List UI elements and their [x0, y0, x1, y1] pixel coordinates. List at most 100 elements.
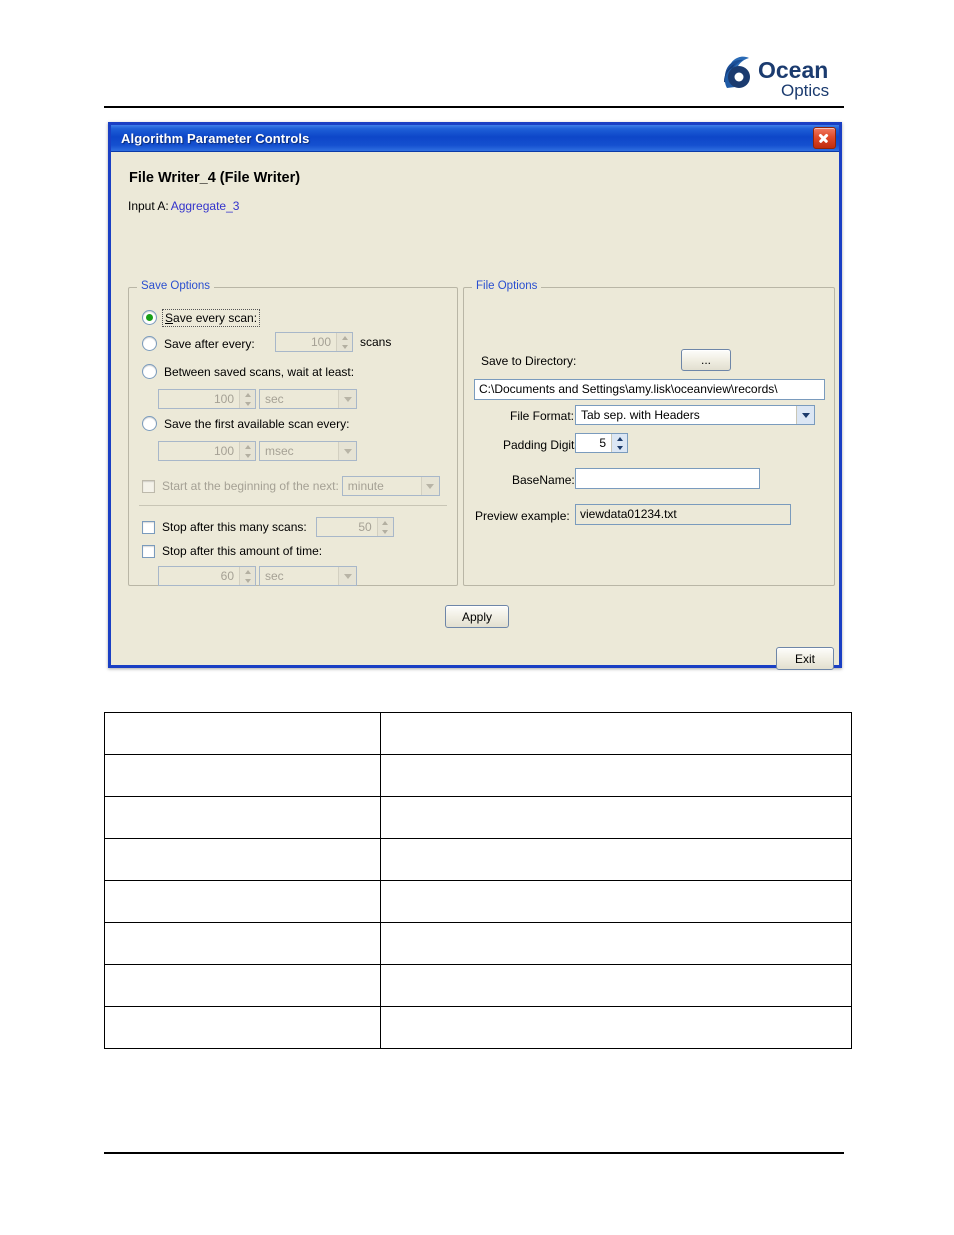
- checkbox-stop-after-scans[interactable]: [142, 520, 155, 534]
- checkbox-stop-after-time[interactable]: [142, 544, 155, 558]
- spinner-down-icon[interactable]: [378, 527, 393, 536]
- wait-at-least-value[interactable]: 100: [159, 390, 239, 408]
- spinner-down-icon[interactable]: [240, 576, 255, 585]
- exit-button[interactable]: Exit: [776, 647, 834, 670]
- wait-at-least-spinner-buttons[interactable]: [239, 390, 255, 408]
- stop-after-time-spinner-buttons[interactable]: [239, 567, 255, 585]
- stop-after-time-spinner[interactable]: 60: [158, 566, 256, 586]
- wait-at-least-unit-combo[interactable]: sec: [259, 389, 357, 409]
- radio-label-save-after-every: Save after every:: [164, 336, 255, 351]
- first-available-value[interactable]: 100: [159, 442, 239, 460]
- padding-digits-label: Padding Digits:: [503, 438, 584, 452]
- padding-digits-spinner-buttons[interactable]: [611, 434, 627, 452]
- file-options-group: File Options Save to Directory: ... C:\D…: [463, 280, 835, 586]
- padding-digits-spinner[interactable]: 5: [575, 433, 628, 453]
- file-options-title: File Options: [472, 280, 542, 292]
- stop-after-time-value[interactable]: 60: [159, 567, 239, 585]
- radio-row-between-saved-scans[interactable]: Between saved scans, wait at least:: [142, 364, 354, 379]
- chevron-down-icon[interactable]: [338, 390, 356, 408]
- spinner-up-icon[interactable]: [240, 442, 255, 451]
- basename-input[interactable]: [575, 468, 760, 489]
- table-cell-label: [104, 922, 381, 965]
- chevron-down-icon[interactable]: [338, 567, 356, 585]
- table-row: [104, 880, 852, 923]
- preview-example-row: Preview example:: [475, 509, 570, 523]
- radio-label-save-every-scan: Save every scan:: [161, 308, 261, 327]
- stop-after-scans-spinner[interactable]: 50: [315, 517, 394, 537]
- file-format-value: Tab sep. with Headers: [581, 408, 700, 422]
- file-format-row: File Format:: [510, 409, 574, 423]
- table-cell-description: [380, 922, 852, 965]
- spinner-down-icon[interactable]: [240, 451, 255, 460]
- input-a-value-link[interactable]: Aggregate_3: [171, 199, 240, 213]
- table-cell-label: [104, 880, 381, 923]
- table-body: [104, 712, 852, 1049]
- spinner-down-icon[interactable]: [337, 342, 352, 351]
- save-to-directory-label: Save to Directory:: [481, 354, 577, 368]
- file-format-combo[interactable]: Tab sep. with Headers: [575, 405, 815, 425]
- radio-first-available-scan[interactable]: [142, 416, 157, 431]
- radio-label-between-saved-scans: Between saved scans, wait at least:: [164, 364, 355, 379]
- stop-after-scans-spinner-buttons[interactable]: [376, 518, 393, 536]
- ocean-optics-logo: Ocean Optics: [722, 52, 844, 100]
- spinner-up-icon[interactable]: [612, 434, 627, 443]
- algorithm-parameter-controls-dialog: Algorithm Parameter Controls File Writer…: [108, 122, 842, 670]
- table-cell-label: [104, 964, 381, 1007]
- apply-button[interactable]: Apply: [445, 605, 509, 628]
- table-cell-description: [380, 796, 852, 839]
- table-cell-label: [104, 754, 381, 797]
- start-beginning-unit-combo[interactable]: minute: [341, 476, 440, 496]
- radio-row-first-available-scan[interactable]: Save the first available scan every:: [142, 416, 349, 431]
- stop-after-time-unit-combo[interactable]: sec: [259, 566, 357, 586]
- dialog-titlebar: Algorithm Parameter Controls: [111, 125, 839, 152]
- save-after-every-controls: 100 scans: [275, 332, 391, 352]
- save-after-every-spinner[interactable]: 100: [275, 332, 353, 352]
- dialog-body: File Writer_4 (File Writer) Input A: Aggr…: [111, 152, 839, 670]
- spinner-up-icon[interactable]: [240, 567, 255, 576]
- radio-label-first-available-scan: Save the first available scan every:: [164, 416, 350, 431]
- spinner-down-icon[interactable]: [612, 443, 627, 452]
- radio-row-save-after-every[interactable]: Save after every:: [142, 336, 255, 351]
- wait-at-least-spinner[interactable]: 100: [158, 389, 256, 409]
- basename-row: BaseName:: [512, 473, 575, 487]
- radio-row-save-every-scan[interactable]: Save every scan:: [142, 308, 261, 327]
- directory-path-input[interactable]: C:\Documents and Settings\amy.lisk\ocean…: [474, 379, 825, 400]
- radio-save-every-scan[interactable]: [142, 310, 157, 325]
- close-icon[interactable]: [813, 127, 836, 149]
- first-available-unit-value: msec: [265, 444, 294, 458]
- stop-after-time-row[interactable]: Stop after this amount of time:: [142, 544, 322, 558]
- preview-example-value: viewdata01234.txt: [575, 504, 791, 525]
- table-cell-description: [380, 880, 852, 923]
- start-beginning-unit-value: minute: [347, 479, 384, 493]
- spinner-up-icon[interactable]: [240, 390, 255, 399]
- chevron-down-icon[interactable]: [338, 442, 356, 460]
- padding-digits-value[interactable]: 5: [576, 434, 611, 452]
- spinner-down-icon[interactable]: [240, 399, 255, 408]
- radio-save-after-every[interactable]: [142, 336, 157, 351]
- save-after-every-spinner-buttons[interactable]: [336, 333, 352, 351]
- spinner-up-icon[interactable]: [337, 333, 352, 342]
- page-header-rule: [104, 106, 844, 108]
- table-row: [104, 712, 852, 755]
- chevron-down-icon[interactable]: [420, 477, 439, 495]
- chevron-down-icon[interactable]: [796, 406, 814, 424]
- spinner-up-icon[interactable]: [378, 518, 393, 527]
- first-available-spinner[interactable]: 100: [158, 441, 256, 461]
- stop-after-scans-row[interactable]: Stop after this many scans: 50: [142, 517, 394, 537]
- radio-between-saved-scans[interactable]: [142, 364, 157, 379]
- checkbox-start-beginning[interactable]: [142, 479, 155, 493]
- basename-label: BaseName:: [512, 473, 575, 487]
- browse-directory-button[interactable]: ...: [681, 349, 731, 371]
- table-cell-description: [380, 754, 852, 797]
- save-after-every-suffix: scans: [360, 335, 392, 349]
- first-available-unit-combo[interactable]: msec: [259, 441, 357, 461]
- save-options-separator: [139, 505, 447, 506]
- stop-after-scans-value[interactable]: 50: [316, 518, 377, 536]
- save-options-group: Save Options Save every scan: Save after…: [128, 280, 458, 586]
- table-cell-description: [380, 712, 852, 755]
- save-after-every-value[interactable]: 100: [276, 333, 336, 351]
- start-beginning-row[interactable]: Start at the beginning of the next: minu…: [142, 476, 440, 496]
- first-available-spinner-buttons[interactable]: [239, 442, 255, 460]
- stop-after-time-controls: 60 sec: [158, 566, 357, 586]
- wait-at-least-unit-value: sec: [265, 392, 284, 406]
